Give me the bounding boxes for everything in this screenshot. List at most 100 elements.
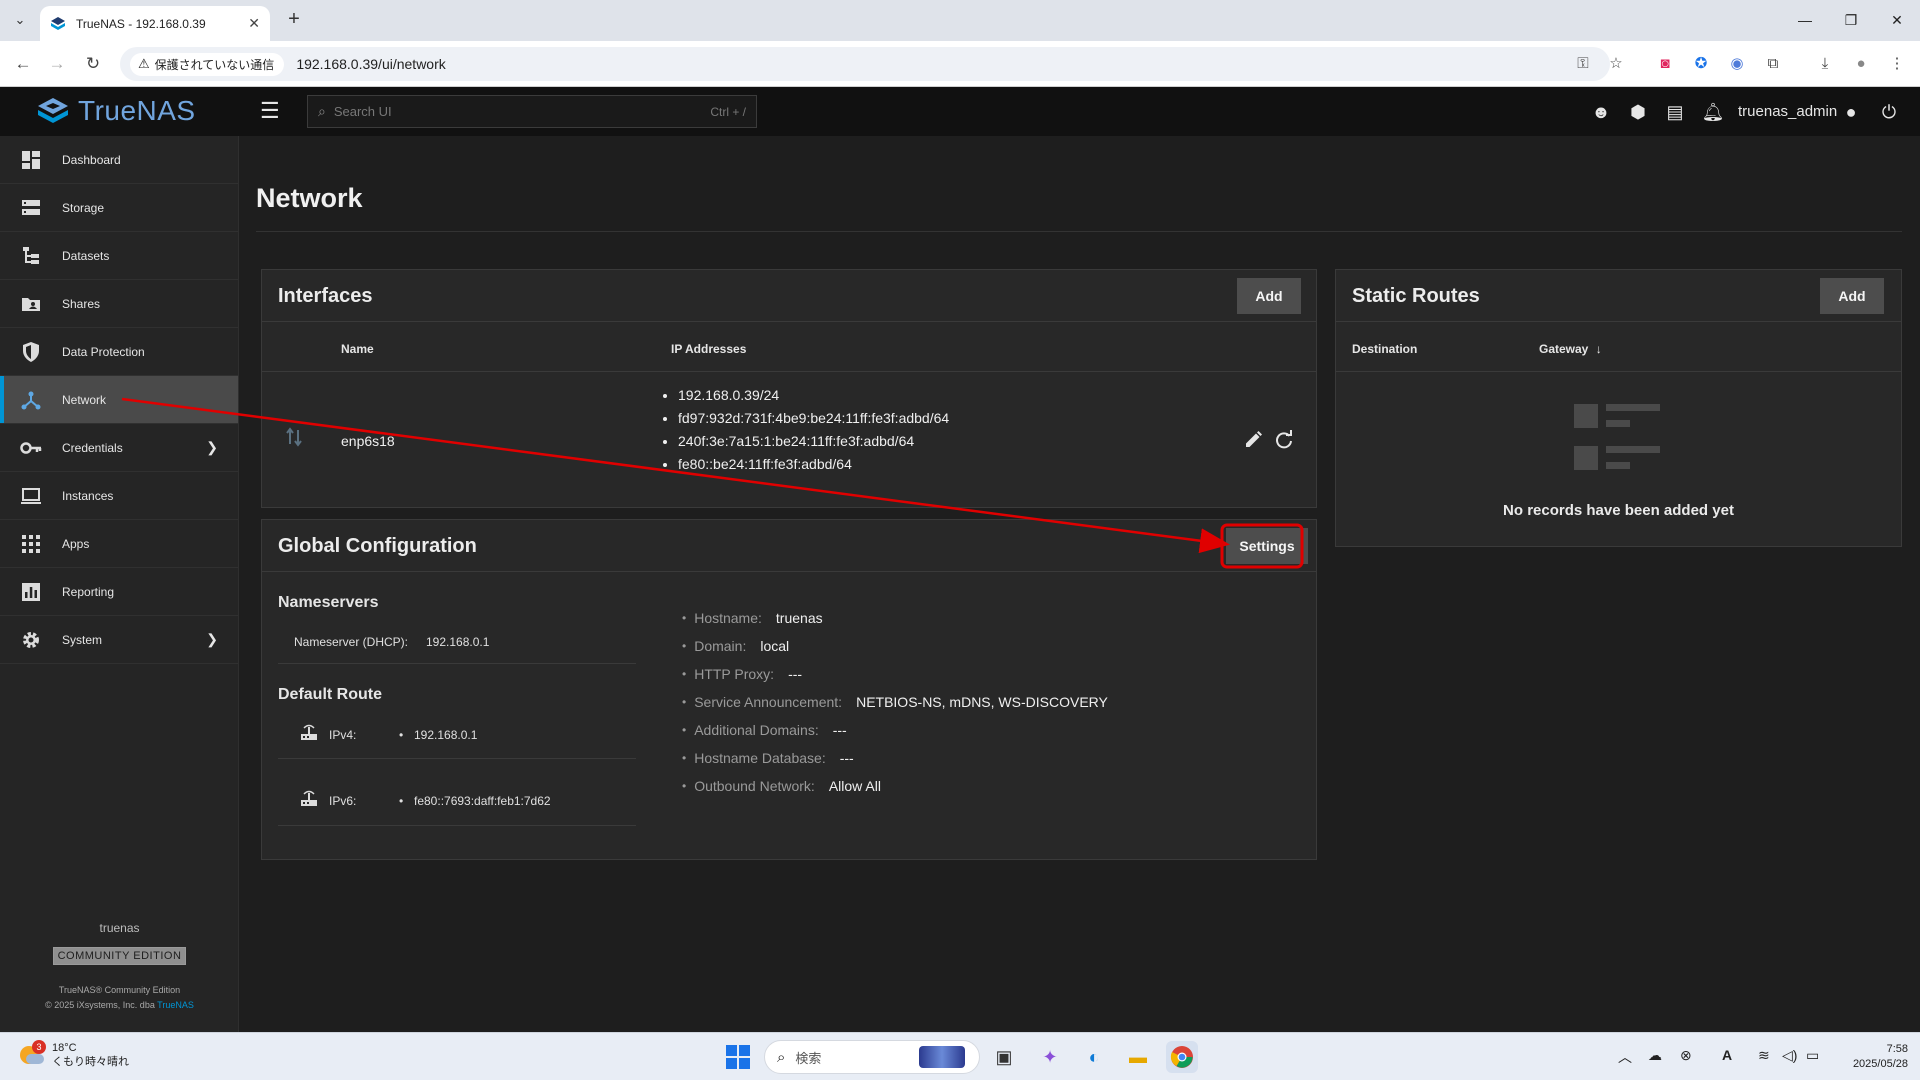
xbox-icon[interactable]: ⊗ [1680, 1047, 1692, 1064]
volume-icon[interactable]: ◁) [1782, 1047, 1797, 1064]
truenas-link[interactable]: TrueNAS [157, 1000, 194, 1010]
truecommand-icon[interactable]: ⬢ [1625, 99, 1651, 125]
minimize-icon[interactable]: — [1782, 0, 1828, 41]
search-icon: ⌕ [777, 1048, 786, 1066]
sidebar-item-instances[interactable]: Instances [0, 472, 238, 520]
laptop-icon [21, 487, 41, 504]
tab-close-icon[interactable]: ✕ [248, 15, 260, 32]
weather-widget[interactable]: 3 18°C くもり時々晴れ [18, 1040, 129, 1069]
sidebar-item-dashboard[interactable]: Dashboard [0, 136, 238, 184]
setting-key: Hostname: [694, 610, 762, 626]
divider [262, 371, 1316, 372]
setting-key: Domain: [694, 638, 747, 654]
menu-toggle-icon[interactable]: ☰ [260, 99, 284, 123]
sidebar-item-storage[interactable]: Storage [0, 184, 238, 232]
search-highlight-image [919, 1046, 965, 1068]
sidebar-item-label: Dashboard [62, 152, 121, 167]
truenas-logo[interactable]: TrueNAS [36, 95, 196, 127]
reload-icon[interactable]: ↻ [80, 51, 106, 77]
copyright-text: © 2025 iXsystems, Inc. dba [45, 1000, 158, 1010]
profile-avatar-icon[interactable]: ● [1850, 53, 1872, 75]
restore-icon[interactable]: ❐ [1828, 0, 1874, 41]
divider [256, 231, 1902, 232]
refresh-icon[interactable] [1274, 430, 1294, 450]
ime-indicator-icon[interactable]: A [1722, 1047, 1732, 1063]
chrome-browser-icon[interactable] [1166, 1041, 1198, 1073]
sidebar-item-datasets[interactable]: Datasets [0, 232, 238, 280]
shield-icon [23, 341, 39, 362]
new-tab-button[interactable]: + [282, 8, 306, 31]
ip-address: 240f:3e:7a15:1:be24:11ff:fe3f:adbd/64 [678, 430, 990, 453]
onedrive-cloud-icon[interactable]: ☁ [1648, 1047, 1662, 1064]
username[interactable]: truenas_admin [1738, 103, 1837, 120]
setting-value: local [760, 638, 790, 654]
pocket-extension-icon[interactable]: ◙ [1654, 53, 1676, 75]
tab-search-dropdown-icon[interactable]: ⌄ [8, 8, 32, 32]
windows-start-icon[interactable] [726, 1045, 750, 1069]
file-explorer-icon[interactable]: ▬ [1122, 1041, 1154, 1073]
windows-taskbar: 3 18°C くもり時々晴れ ⌕ 検索 ▣ ✦ ◐ ▬ ︿ ☁ ⊗ A ≋ ◁)… [0, 1032, 1920, 1080]
battery-icon[interactable]: ▭ [1806, 1047, 1819, 1064]
app-header: TrueNAS ☰ ⌕ Search UI Ctrl + / ☻ ⬢ ▤ 🔔︎ … [0, 87, 1920, 136]
task-view-icon[interactable]: ▣ [988, 1041, 1020, 1073]
sidebar-item-reporting[interactable]: Reporting [0, 568, 238, 616]
static-routes-title: Static Routes [1352, 285, 1480, 307]
sidebar-item-label: Datasets [62, 248, 110, 263]
setting-key: Service Announcement: [694, 694, 843, 710]
add-interface-button[interactable]: Add [1237, 278, 1301, 314]
brand-name: TrueNAS [78, 95, 196, 126]
system-clock[interactable]: 7:58 2025/05/28 [1838, 1042, 1908, 1072]
extension-icon[interactable]: ✪ [1690, 53, 1712, 75]
search-ui-input[interactable]: ⌕ Search UI Ctrl + / [307, 95, 757, 128]
column-header-gateway[interactable]: Gateway ↓ [1539, 342, 1602, 356]
extensions-puzzle-icon[interactable]: ⧉ [1762, 53, 1784, 75]
weather-partly-cloudy-icon: 3 [18, 1040, 46, 1068]
translate-extension-icon[interactable]: ◉ [1726, 53, 1748, 75]
edit-pencil-icon[interactable] [1243, 430, 1263, 450]
truenas-logo-icon [38, 98, 68, 123]
wifi-icon[interactable]: ≋ [1758, 1047, 1770, 1064]
sidebar-item-label: Network [62, 392, 107, 407]
browser-menu-icon[interactable]: ⋮ [1886, 53, 1908, 75]
browser-tab[interactable]: TrueNAS - 192.168.0.39 ✕ [40, 6, 270, 41]
close-window-icon[interactable]: ✕ [1874, 0, 1920, 41]
feedback-smiley-icon[interactable]: ☻ [1588, 99, 1614, 125]
taskbar-search[interactable]: ⌕ 検索 [764, 1040, 980, 1074]
settings-button[interactable]: Settings [1226, 528, 1308, 564]
edition-badge: COMMUNITY EDITION [52, 947, 187, 965]
download-icon[interactable]: ⤓ [1814, 53, 1836, 75]
notifications-bell-icon[interactable]: 🔔︎ [1700, 99, 1726, 125]
storage-icon [22, 199, 40, 215]
ipv4-value: 192.168.0.1 [414, 728, 478, 742]
clock-time: 7:58 [1886, 1043, 1908, 1055]
url-text[interactable]: 192.168.0.39/ui/network [296, 56, 445, 72]
forward-icon[interactable]: → [44, 51, 70, 77]
power-icon[interactable]: ⏻ [1876, 99, 1902, 125]
sidebar-item-credentials[interactable]: Credentials ❯ [0, 424, 238, 472]
password-key-icon[interactable]: ⚿ [1572, 53, 1594, 75]
jobs-clipboard-icon[interactable]: ▤ [1662, 99, 1688, 125]
interface-name: enp6s18 [341, 433, 395, 449]
sidebar-footer: truenas COMMUNITY EDITION TrueNAS® Commu… [0, 921, 239, 1010]
bookmark-star-icon[interactable]: ☆ [1605, 53, 1627, 75]
column-header-name: Name [341, 342, 374, 356]
setting-domain: Domain: local [682, 632, 1108, 660]
account-circle-icon[interactable]: ● [1838, 99, 1864, 125]
static-routes-card-header: Static Routes Add [1336, 270, 1901, 322]
add-static-route-button[interactable]: Add [1820, 278, 1884, 314]
address-bar[interactable]: ⚠ 保護されていない通信 192.168.0.39/ui/network [120, 47, 1610, 81]
edge-browser-icon[interactable]: ◐ [1078, 1041, 1110, 1073]
back-icon[interactable]: ← [10, 51, 36, 77]
sidebar-item-apps[interactable]: Apps [0, 520, 238, 568]
sidebar-item-system[interactable]: System ❯ [0, 616, 238, 664]
chevron-right-icon: ❯ [206, 439, 218, 455]
setting-http-proxy: HTTP Proxy: --- [682, 660, 1108, 688]
setting-hostname-database: Hostname Database: --- [682, 744, 1108, 772]
copilot-icon[interactable]: ✦ [1034, 1041, 1066, 1073]
security-chip[interactable]: ⚠ 保護されていない通信 [130, 52, 285, 76]
tray-overflow-chevron-icon[interactable]: ︿ [1618, 1047, 1632, 1067]
sidebar-item-data-protection[interactable]: Data Protection [0, 328, 238, 376]
sidebar-item-shares[interactable]: Shares [0, 280, 238, 328]
sidebar-item-network[interactable]: Network [0, 376, 238, 424]
setting-value: NETBIOS-NS, mDNS, WS-DISCOVERY [856, 694, 1108, 710]
